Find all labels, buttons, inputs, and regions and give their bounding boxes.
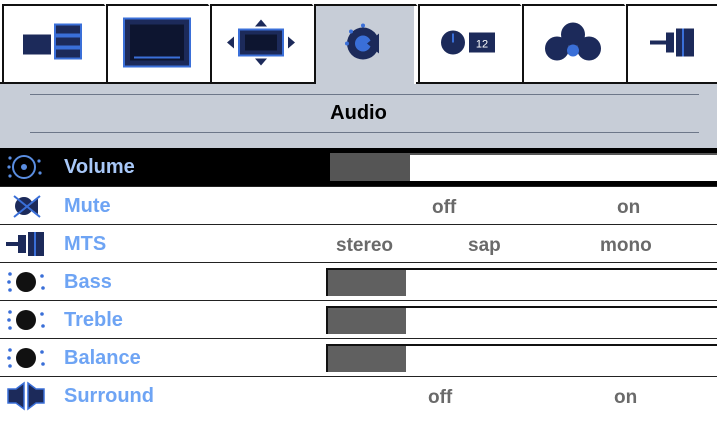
timer-badge: 12 (476, 39, 488, 51)
treble-slider-fill (328, 308, 406, 334)
tab-audio[interactable] (314, 4, 414, 86)
title-band: Audio (0, 84, 717, 148)
treble-slider[interactable] (326, 306, 717, 334)
mts-option-sap[interactable]: sap (468, 235, 501, 257)
clock-timer-icon: 12 (439, 28, 499, 63)
mute-option-on[interactable]: on (617, 197, 640, 219)
mts-option-stereo[interactable]: stereo (336, 235, 393, 257)
setting-row-mts[interactable]: MTS stereo sap mono (0, 224, 717, 262)
tab-connector[interactable] (626, 4, 717, 84)
setting-row-mute[interactable]: Mute off on (0, 186, 717, 224)
setting-row-balance[interactable]: Balance (0, 338, 717, 376)
surround-icon (6, 381, 54, 411)
setting-label-bass: Bass (64, 271, 112, 293)
balance-slider[interactable] (326, 344, 717, 372)
surround-option-on[interactable]: on (614, 387, 637, 409)
surround-option-off[interactable]: off (428, 387, 452, 409)
title-rule-top (30, 94, 699, 95)
setting-label-treble: Treble (64, 309, 123, 331)
setting-label-mute: Mute (64, 195, 111, 217)
setting-row-surround[interactable]: Surround off on (0, 376, 717, 414)
tab-timer[interactable]: 12 (418, 4, 518, 84)
volume-icon (6, 152, 54, 182)
position-icon (226, 19, 296, 72)
settings-list: Volume Mute off on MTS stereo sap mono B… (0, 148, 717, 414)
treble-icon (6, 305, 54, 335)
mts-icon (6, 229, 54, 259)
balance-icon (6, 343, 54, 373)
setting-row-bass[interactable]: Bass (0, 262, 717, 300)
screen-icon (122, 17, 192, 74)
tab-color[interactable] (522, 4, 622, 84)
setting-label-balance: Balance (64, 347, 141, 369)
bass-slider[interactable] (326, 268, 717, 296)
setting-label-volume: Volume (64, 156, 135, 178)
bass-slider-fill (328, 270, 406, 296)
balance-slider-fill (328, 346, 406, 372)
mute-icon (6, 191, 54, 221)
tab-position[interactable] (210, 4, 310, 84)
setting-row-volume[interactable]: Volume (0, 148, 717, 186)
setting-label-mts: MTS (64, 233, 107, 255)
bass-icon (6, 267, 54, 297)
tab-picture-layout[interactable] (2, 4, 102, 84)
mute-option-off[interactable]: off (432, 197, 456, 219)
setting-label-surround: Surround (64, 385, 154, 407)
setting-row-treble[interactable]: Treble (0, 300, 717, 338)
volume-slider-fill (332, 155, 410, 181)
tab-screen[interactable] (106, 4, 206, 84)
title-rule-bottom (30, 132, 699, 133)
page-title: Audio (330, 102, 387, 124)
audio-menu-screen: 12 Audio Volume Mute off on MTS stereo s… (0, 0, 717, 423)
picture-layout-icon (21, 23, 85, 68)
color-balls-icon (543, 21, 603, 70)
connector-icon (648, 25, 698, 66)
tab-bar: 12 (0, 0, 717, 86)
mts-option-mono[interactable]: mono (600, 235, 652, 257)
volume-slider[interactable] (330, 153, 717, 181)
audio-icon (345, 22, 385, 71)
